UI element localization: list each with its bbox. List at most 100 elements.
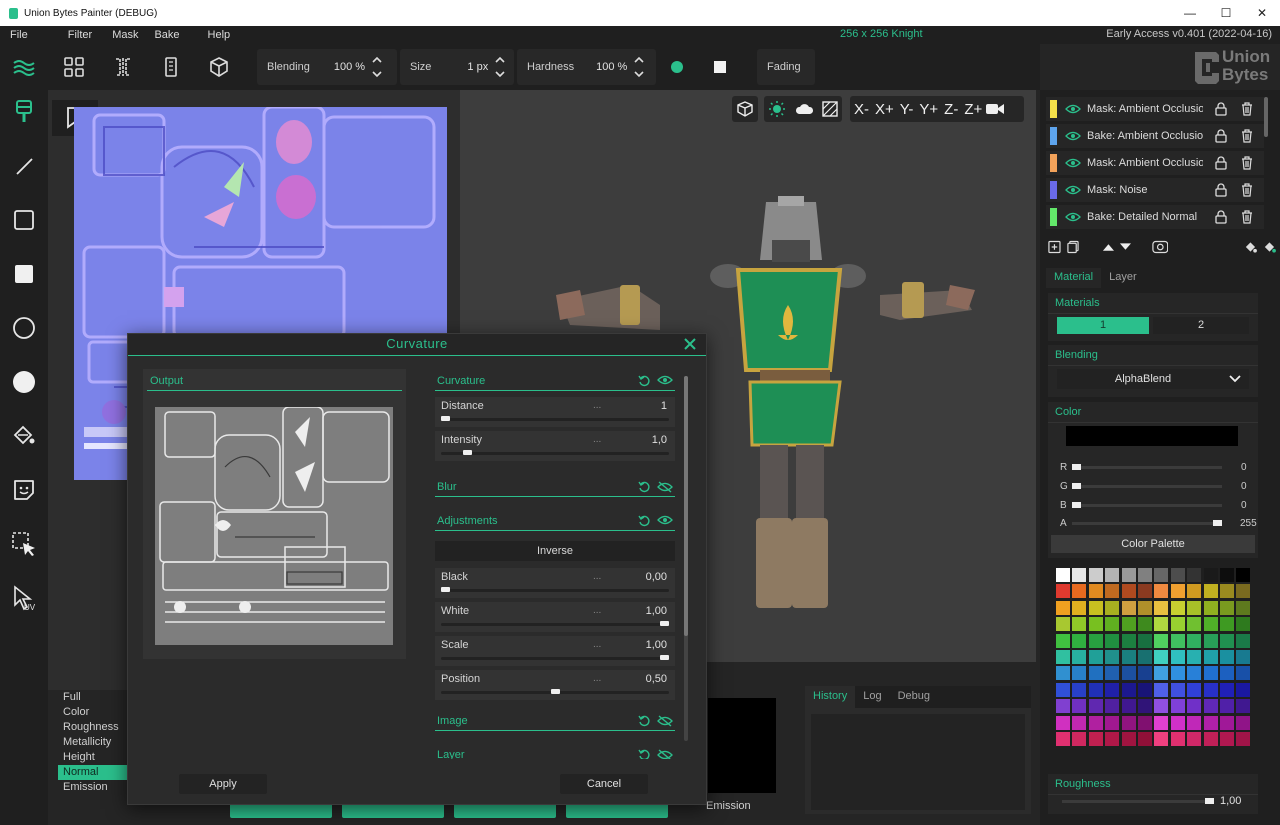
brush-dot-icon[interactable] bbox=[666, 56, 688, 78]
b-slider[interactable] bbox=[1072, 502, 1222, 508]
cancel-button[interactable]: Cancel bbox=[560, 774, 648, 794]
palette-swatch[interactable] bbox=[1154, 617, 1169, 632]
palette-swatch[interactable] bbox=[1137, 617, 1152, 632]
palette-swatch[interactable] bbox=[1154, 666, 1169, 681]
eye-icon[interactable] bbox=[1065, 212, 1081, 222]
layer-row[interactable]: Mask: Noise bbox=[1046, 178, 1264, 202]
palette-swatch[interactable] bbox=[1121, 666, 1136, 681]
sticker-tool-icon[interactable] bbox=[10, 476, 38, 504]
palette-swatch[interactable] bbox=[1056, 568, 1070, 582]
palette-swatch[interactable] bbox=[1203, 649, 1218, 664]
palette-swatch[interactable] bbox=[1219, 600, 1234, 615]
color-preview[interactable] bbox=[1066, 426, 1238, 446]
palette-swatch[interactable] bbox=[1105, 568, 1120, 582]
palette-swatch[interactable] bbox=[1088, 715, 1103, 730]
menu-bake[interactable]: Bake bbox=[154, 29, 179, 41]
palette-swatch[interactable] bbox=[1056, 649, 1070, 664]
tab-history[interactable]: History bbox=[805, 686, 856, 708]
palette-swatch[interactable] bbox=[1170, 649, 1185, 664]
rectangle-fill-tool-icon[interactable] bbox=[10, 260, 38, 288]
palette-swatch[interactable] bbox=[1121, 633, 1136, 648]
tab-layer[interactable]: Layer bbox=[1101, 268, 1145, 288]
channel-emission[interactable]: Emission bbox=[58, 780, 128, 795]
palette-swatch[interactable] bbox=[1056, 731, 1070, 746]
fill-bucket-tool-icon[interactable] bbox=[10, 422, 38, 450]
menu-mask[interactable]: Mask bbox=[112, 29, 138, 41]
palette-swatch[interactable] bbox=[1088, 568, 1103, 582]
palette-swatch[interactable] bbox=[1121, 617, 1136, 632]
palette-swatch[interactable] bbox=[1203, 617, 1218, 632]
palette-swatch[interactable] bbox=[1187, 633, 1202, 648]
param-intensity-value[interactable]: 1,0 bbox=[652, 434, 667, 446]
reset-icon[interactable] bbox=[638, 515, 651, 527]
trash-icon[interactable] bbox=[1239, 155, 1255, 171]
a-value[interactable]: 255 bbox=[1240, 518, 1257, 529]
circle-outline-tool-icon[interactable] bbox=[10, 314, 38, 342]
palette-swatch[interactable] bbox=[1088, 699, 1103, 714]
lock-icon[interactable] bbox=[1213, 128, 1229, 144]
param-position-value[interactable]: 0,50 bbox=[646, 673, 667, 685]
palette-swatch[interactable] bbox=[1105, 633, 1120, 648]
palette-swatch[interactable] bbox=[1219, 568, 1234, 582]
palette-swatch[interactable] bbox=[1219, 649, 1234, 664]
palette-swatch[interactable] bbox=[1203, 633, 1218, 648]
blending-dropdown[interactable]: AlphaBlend bbox=[1057, 369, 1249, 389]
palette-swatch[interactable] bbox=[1219, 699, 1234, 714]
palette-swatch[interactable] bbox=[1187, 715, 1202, 730]
layer-scrollbar[interactable] bbox=[1264, 97, 1268, 137]
palette-swatch[interactable] bbox=[1187, 568, 1202, 582]
palette-swatch[interactable] bbox=[1219, 666, 1234, 681]
channel-metallicity[interactable]: Metallicity bbox=[58, 735, 128, 750]
camera-icon[interactable] bbox=[985, 102, 1005, 116]
texture-icon[interactable] bbox=[13, 56, 35, 78]
tab-material[interactable]: Material bbox=[1046, 268, 1102, 288]
eye-hidden-icon[interactable] bbox=[657, 715, 673, 727]
eye-hidden-icon[interactable] bbox=[657, 481, 673, 493]
param-scale[interactable]: Scale ... 1,00 bbox=[435, 636, 675, 666]
palette-swatch[interactable] bbox=[1056, 666, 1070, 681]
eye-icon[interactable] bbox=[1065, 185, 1081, 195]
selection-tool-icon[interactable] bbox=[10, 530, 38, 558]
tab-debug[interactable]: Debug bbox=[890, 686, 938, 708]
palette-swatch[interactable] bbox=[1121, 649, 1136, 664]
palette-swatch[interactable] bbox=[1203, 715, 1218, 730]
dialog-scrollbar[interactable] bbox=[684, 376, 688, 741]
texture-view-icon[interactable] bbox=[160, 56, 182, 78]
palette-swatch[interactable] bbox=[1154, 715, 1169, 730]
circle-fill-tool-icon[interactable] bbox=[10, 368, 38, 396]
palette-swatch[interactable] bbox=[1219, 617, 1234, 632]
size-value[interactable]: 1 px bbox=[467, 61, 488, 73]
param-distance-value[interactable]: 1 bbox=[661, 400, 667, 412]
palette-swatch[interactable] bbox=[1088, 584, 1103, 599]
palette-swatch[interactable] bbox=[1154, 682, 1169, 697]
b-value[interactable]: 0 bbox=[1241, 500, 1247, 511]
cloud-icon[interactable] bbox=[794, 101, 814, 117]
palette-swatch[interactable] bbox=[1137, 568, 1152, 582]
channel-roughness[interactable]: Roughness bbox=[58, 720, 128, 735]
3d-view-icon[interactable] bbox=[208, 56, 230, 78]
param-white-value[interactable]: 1,00 bbox=[646, 605, 667, 617]
palette-swatch[interactable] bbox=[1072, 649, 1087, 664]
lock-icon[interactable] bbox=[1213, 209, 1229, 225]
param-distance-dots[interactable]: ... bbox=[593, 400, 601, 411]
fill-layer-alt-icon[interactable] bbox=[1263, 240, 1277, 254]
palette-swatch[interactable] bbox=[1137, 731, 1152, 746]
trash-icon[interactable] bbox=[1239, 182, 1255, 198]
close-window-button[interactable]: ✕ bbox=[1244, 0, 1280, 26]
param-intensity[interactable]: Intensity ... 1,0 bbox=[435, 431, 675, 461]
param-position[interactable]: Position ... 0,50 bbox=[435, 670, 675, 700]
palette-swatch[interactable] bbox=[1121, 682, 1136, 697]
palette-swatch[interactable] bbox=[1072, 666, 1087, 681]
palette-swatch[interactable] bbox=[1072, 699, 1087, 714]
palette-swatch[interactable] bbox=[1236, 584, 1251, 599]
palette-swatch[interactable] bbox=[1056, 584, 1070, 599]
palette-swatch[interactable] bbox=[1088, 731, 1103, 746]
duplicate-layer-icon[interactable] bbox=[1067, 240, 1080, 254]
param-slider-thumb[interactable] bbox=[462, 450, 472, 455]
palette-swatch[interactable] bbox=[1219, 633, 1234, 648]
palette-swatch[interactable] bbox=[1072, 682, 1087, 697]
palette-swatch[interactable] bbox=[1072, 633, 1087, 648]
menu-filter[interactable]: Filter bbox=[68, 29, 92, 41]
palette-swatch[interactable] bbox=[1105, 600, 1120, 615]
texture-pattern-icon[interactable] bbox=[822, 101, 838, 117]
